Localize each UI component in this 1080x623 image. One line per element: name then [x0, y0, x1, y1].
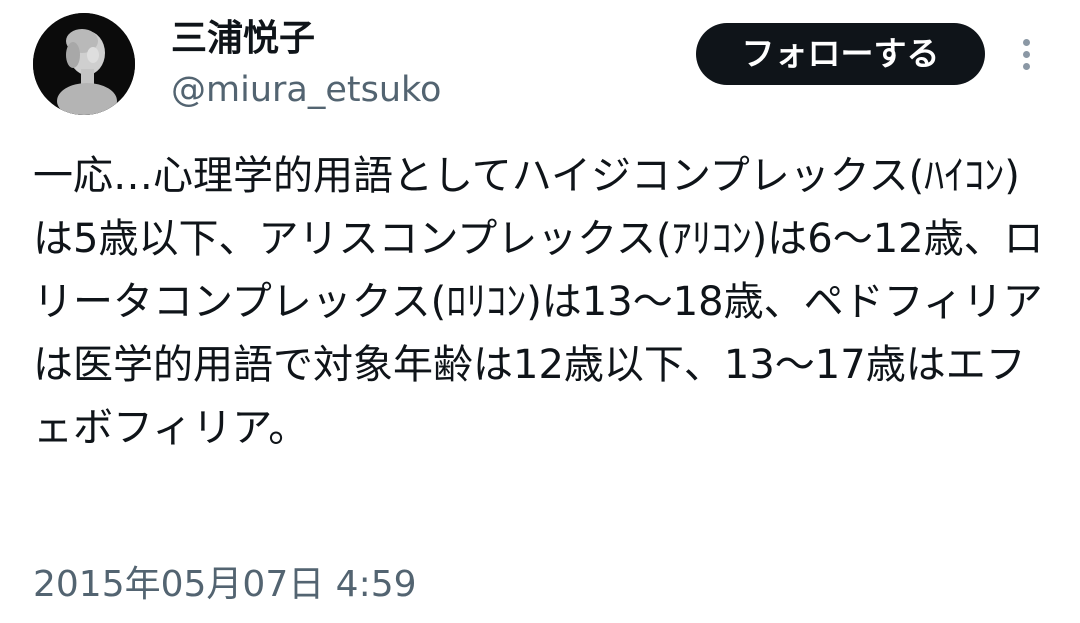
follow-button[interactable]: フォローする	[696, 23, 985, 85]
more-options-icon[interactable]	[1008, 30, 1044, 80]
more-dot	[1023, 63, 1030, 70]
tweet-text: 一応…心理学的用語としてハイジコンプレックス(ﾊｲｺﾝ)は5歳以下、アリスコンプ…	[33, 153, 1044, 451]
display-name[interactable]: 三浦悦子	[171, 17, 315, 61]
avatar[interactable]	[33, 13, 135, 115]
avatar-image	[33, 13, 135, 115]
user-handle[interactable]: @miura_etsuko	[171, 68, 441, 112]
tweet-card: 三浦悦子 @miura_etsuko フォローする 一応…心理学的用語としてハイ…	[0, 0, 1080, 623]
more-dot	[1023, 51, 1030, 58]
more-dot	[1023, 39, 1030, 46]
tweet-timestamp[interactable]: 2015年05月07日 4:59	[33, 563, 417, 607]
